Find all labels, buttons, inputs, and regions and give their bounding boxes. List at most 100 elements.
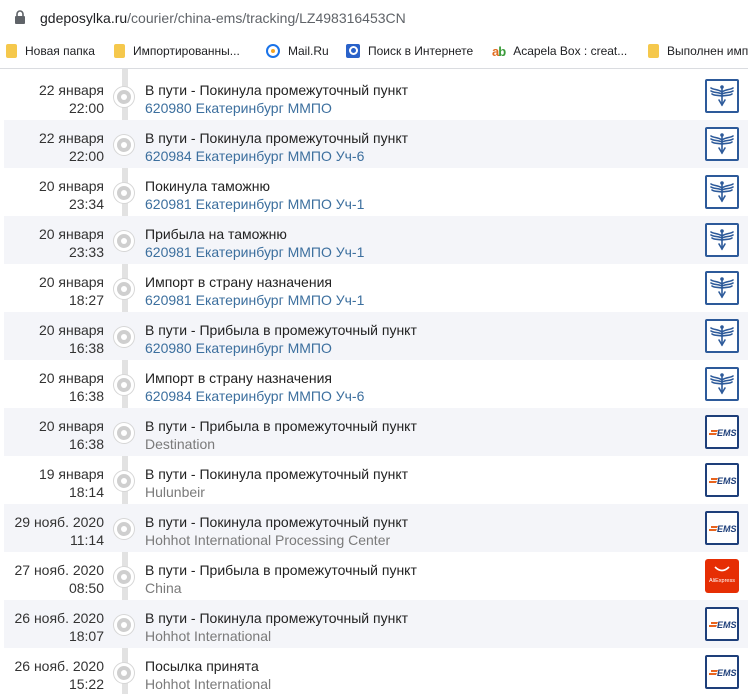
event-date: 26 нояб. 2020 [14, 610, 104, 626]
event-location: 620981 Екатеринбург ММПО Уч-1 [145, 292, 365, 308]
url-path: /courier/china-ems/tracking/LZ498316453C… [127, 10, 406, 26]
timeline-dot-icon [114, 327, 134, 347]
ems-logo: EMS [705, 655, 739, 689]
tracking-event-row: 20 января 16:38 В пути - Прибыла в промежу… [4, 312, 748, 360]
event-time: 18:14 [68, 484, 104, 500]
event-status: Импорт в страну назначения [145, 370, 332, 386]
event-status: В пути - Покинула промежуточный пункт [145, 514, 409, 530]
bookmark-label: Acapela Box : creat... [513, 44, 628, 58]
tracking-event-row: 20 января 18:27 Импорт в страну назначения… [4, 264, 748, 312]
bookmark-label: Поиск в Интернете [368, 44, 474, 58]
acapela-icon: ab [492, 44, 506, 59]
event-location: Hohhot International [145, 628, 272, 644]
folder-icon [648, 44, 659, 58]
event-date: 20 января [38, 226, 104, 242]
event-location: Hohhot International Processing Center [145, 532, 391, 548]
event-status: Покинула таможню [145, 178, 270, 194]
event-status: В пути - Покинула промежуточный пункт [145, 82, 409, 98]
bookmark-label: Выполнен имп [667, 44, 748, 58]
aliexpress-logo-text: AliExpress [709, 578, 735, 584]
russian-post-logo [705, 127, 739, 161]
bookmark-acapela[interactable]: ab Acapela Box : creat... [492, 44, 628, 59]
event-date: 20 января [38, 322, 104, 338]
timeline-dot-icon [114, 663, 134, 683]
tracking-event-row: 19 января 18:14 В пути - Покинула промежут… [4, 456, 748, 504]
timeline-dot-icon [114, 183, 134, 203]
event-date: 20 января [38, 418, 104, 434]
event-status: В пути - Прибыла в промежуточный пункт [145, 322, 417, 338]
bookmark-import-done[interactable]: Выполнен имп [648, 44, 748, 58]
tracking-event-row: 26 нояб. 2020 18:07 В пути - Покинула пром… [4, 600, 748, 648]
svg-text:EMS: EMS [717, 428, 737, 438]
event-time: 15:22 [68, 676, 104, 692]
event-status: Посылка принята [145, 658, 259, 674]
event-time: 23:33 [68, 244, 104, 260]
tracking-event-row: 22 января 22:00 В пути - Покинула промежут… [4, 72, 748, 120]
event-date: 20 января [38, 274, 104, 290]
bookmark-imported[interactable]: Импортированны... [114, 44, 240, 58]
lock-icon[interactable] [14, 10, 26, 24]
svg-text:EMS: EMS [717, 476, 737, 486]
event-location: Destination [145, 436, 216, 452]
search-icon [346, 44, 360, 58]
tracking-event-row: 20 января 16:38 В пути - Прибыла в промежу… [4, 408, 748, 456]
event-location: 620980 Екатеринбург ММПО [145, 340, 332, 356]
event-location: 620981 Екатеринбург ММПО Уч-1 [145, 244, 365, 260]
event-date: 20 января [38, 370, 104, 386]
event-status: В пути - Покинула промежуточный пункт [145, 610, 409, 626]
svg-text:EMS: EMS [717, 620, 737, 630]
svg-text:EMS: EMS [717, 668, 737, 678]
russian-post-logo [705, 223, 739, 257]
tracking-history-list: 22 января 22:00 В пути - Покинула промежут… [0, 69, 748, 694]
event-location: China [145, 580, 182, 596]
russian-post-logo [705, 367, 739, 401]
event-time: 18:07 [68, 628, 104, 644]
timeline-dot-icon [114, 471, 134, 491]
url-text[interactable]: gdeposylka.ru/courier/china-ems/tracking… [40, 10, 406, 26]
event-date: 26 нояб. 2020 [14, 658, 104, 674]
event-location: 620981 Екатеринбург ММПО Уч-1 [145, 196, 365, 212]
event-time: 16:38 [68, 388, 104, 404]
timeline-dot-icon [114, 231, 134, 251]
url-host: gdeposylka.ru [40, 10, 128, 26]
timeline-dot-icon [114, 615, 134, 635]
tracking-event-row: 26 нояб. 2020 15:22 Посылка принята Hohhot … [4, 648, 748, 694]
ems-logo: EMS [705, 463, 739, 497]
tracking-event-row: 20 января 16:38 Импорт в страну назначения… [4, 360, 748, 408]
event-location: 620980 Екатеринбург ММПО [145, 100, 332, 116]
event-location: Hulunbeir [145, 484, 205, 500]
tracking-event-row: 22 января 22:00 В пути - Покинула промежут… [4, 120, 748, 168]
event-status: Импорт в страну назначения [145, 274, 332, 290]
event-location: Hohhot International [145, 676, 272, 692]
timeline-dot-icon [114, 375, 134, 395]
timeline-dot-icon [114, 519, 134, 539]
tracking-event-row: 20 января 23:33 Прибыла на таможню 620981 Е… [4, 216, 748, 264]
event-time: 11:14 [70, 532, 104, 548]
mailru-icon [266, 44, 280, 58]
event-status: В пути - Покинула промежуточный пункт [145, 130, 409, 146]
address-bar[interactable]: gdeposylka.ru/courier/china-ems/tracking… [0, 0, 748, 36]
bookmark-label: Mail.Ru [288, 44, 329, 58]
event-time: 22:00 [68, 100, 104, 116]
bookmark-new-folder[interactable]: Новая папка [6, 44, 95, 58]
timeline-dot-icon [114, 567, 134, 587]
bookmark-internet-search[interactable]: Поиск в Интернете [346, 44, 473, 58]
bookmark-label: Импортированны... [133, 44, 240, 58]
event-time: 18:27 [68, 292, 104, 308]
ems-logo: EMS [705, 607, 739, 641]
russian-post-logo [705, 79, 739, 113]
event-time: 16:38 [68, 340, 104, 356]
event-location: 620984 Екатеринбург ММПО Уч-6 [145, 388, 365, 404]
russian-post-logo [705, 319, 739, 353]
bookmark-mailru[interactable]: Mail.Ru [266, 44, 329, 58]
svg-text:EMS: EMS [717, 524, 737, 534]
event-date: 27 нояб. 2020 [14, 562, 104, 578]
russian-post-logo [705, 175, 739, 209]
bookmark-label: Новая папка [25, 44, 95, 58]
tracking-event-row: 29 нояб. 2020 11:14 В пути - Покинула пром… [4, 504, 748, 552]
timeline-dot-icon [114, 279, 134, 299]
ems-logo: EMS [705, 511, 739, 545]
event-status: В пути - Прибыла в промежуточный пункт [145, 562, 417, 578]
folder-icon [6, 44, 17, 58]
timeline-dot-icon [114, 87, 134, 107]
